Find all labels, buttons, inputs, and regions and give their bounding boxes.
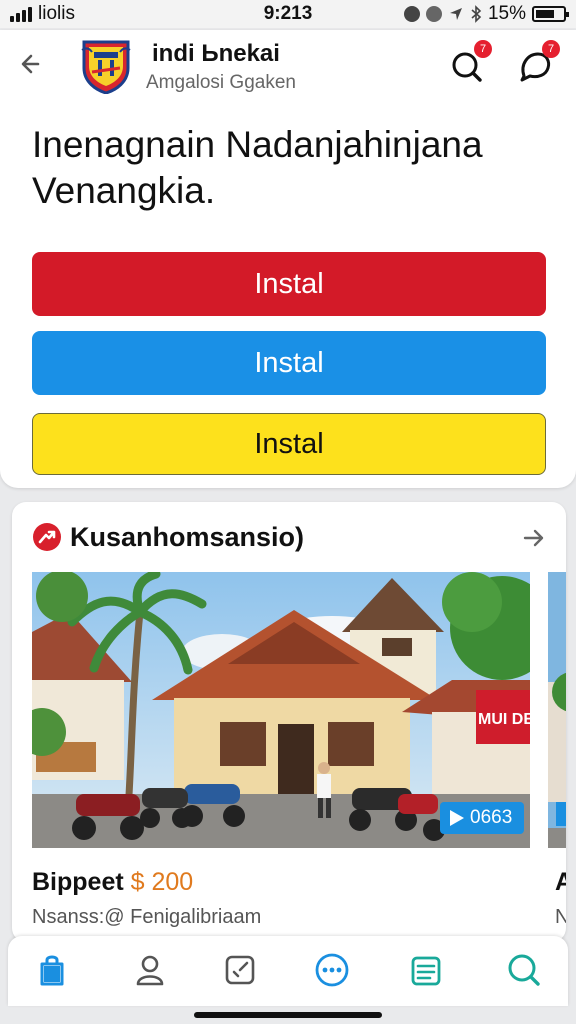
home-indicator[interactable] — [194, 1012, 382, 1018]
video-duration-chip[interactable]: 0663 — [440, 802, 524, 834]
chat-badge: 7 — [542, 40, 560, 58]
listing-name: Bippeet — [32, 868, 124, 896]
search-button[interactable]: 7 — [448, 40, 492, 86]
status-bar: liolis 9:213 15% — [0, 0, 576, 28]
app-title: indi Ьnekai — [152, 40, 280, 67]
battery-percent: 15% — [487, 3, 526, 24]
search-icon — [508, 954, 540, 986]
nav-list[interactable] — [406, 950, 446, 990]
bottom-navigation — [8, 936, 568, 1006]
nav-edit[interactable] — [220, 950, 260, 990]
moon-icon — [403, 6, 420, 22]
peek-listing-title: Al — [555, 868, 566, 896]
peek-photo-image — [548, 572, 566, 848]
video-duration-label: 0663 — [470, 807, 513, 828]
emblem-logo-icon — [81, 40, 131, 94]
install-button-red[interactable]: Instal — [32, 252, 546, 316]
play-icon — [450, 810, 464, 826]
page-headline: Inenagnain Nadanjahinjana Venangkia. — [32, 124, 483, 211]
listing-section: Kusanhomsansio) MUI DE 0663 Bippeet $ 20… — [12, 502, 566, 942]
bluetooth-icon — [471, 5, 482, 23]
location-icon — [449, 8, 462, 20]
listing-price: $ 200 — [130, 868, 194, 896]
nav-shop[interactable] — [32, 950, 72, 990]
section-title: Kusanhomsansio) — [70, 522, 305, 552]
search-badge: 7 — [474, 40, 492, 58]
nav-more[interactable] — [312, 950, 352, 990]
install-button-blue[interactable]: Instal — [32, 331, 546, 395]
chat-button[interactable]: 7 — [516, 40, 560, 86]
shop-sign-text: MUI DEKI — [478, 711, 530, 728]
status-right: 15% — [403, 3, 569, 25]
header-card: indi Ьnekai Amgalosi Ggaken 7 7 Inenagna… — [0, 30, 576, 488]
app-subtitle: Amgalosi Ggaken — [146, 72, 296, 93]
arrow-right-icon[interactable] — [520, 524, 548, 552]
more-icon — [315, 953, 349, 987]
bag-icon — [40, 955, 64, 986]
nav-profile[interactable] — [130, 950, 170, 990]
edit-square-icon — [225, 955, 255, 985]
list-icon — [411, 956, 441, 986]
back-arrow-icon[interactable] — [16, 48, 48, 80]
person-icon — [136, 955, 164, 986]
peek-listing-photo[interactable] — [548, 572, 566, 848]
peek-listing-subtitle: Ne — [555, 906, 566, 928]
battery-icon — [532, 6, 569, 22]
trending-icon — [33, 523, 61, 551]
alarm-icon — [425, 6, 442, 22]
install-button-yellow[interactable]: Instal — [32, 413, 546, 475]
listing-photo[interactable]: MUI DEKI — [32, 572, 530, 848]
listing-title[interactable]: Bippeet $ 200 — [32, 868, 193, 897]
nav-search[interactable] — [504, 950, 544, 990]
listing-subtitle: Nsanss:@ Fenigalibriaam — [32, 906, 262, 928]
